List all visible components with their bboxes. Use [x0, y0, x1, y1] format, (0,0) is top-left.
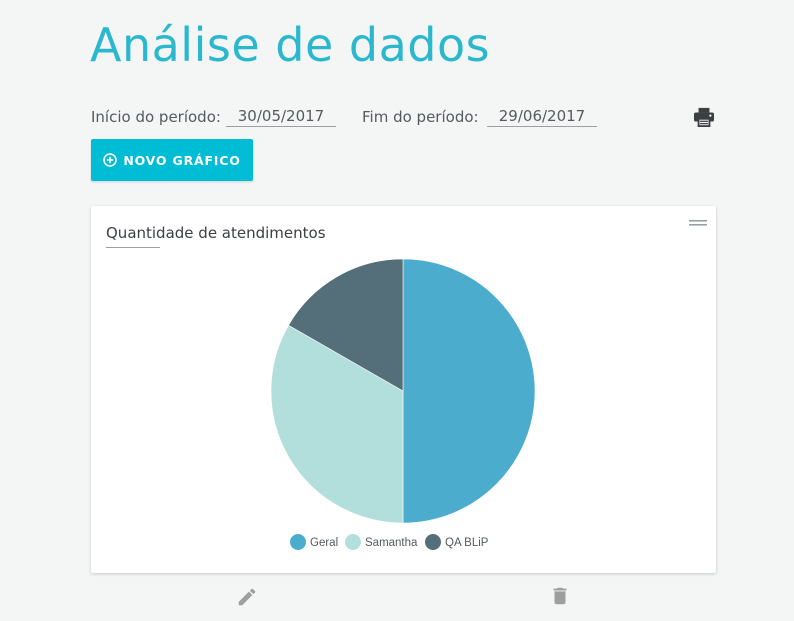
legend-swatch-geral[interactable]: [290, 534, 306, 550]
pie-chart: Geral Samantha QA BLiP: [270, 258, 536, 550]
period-row: Início do período: Fim do período:: [91, 106, 721, 130]
plus-circle-icon: [103, 153, 118, 167]
legend-label-samantha[interactable]: Samantha: [365, 537, 418, 549]
delete-icon[interactable]: [549, 585, 571, 607]
legend-label-qa-blip[interactable]: QA BLiP: [445, 537, 489, 549]
end-date-input[interactable]: [487, 106, 597, 127]
new-chart-label: NOVO GRÁFICO: [123, 152, 241, 168]
edit-icon[interactable]: [236, 586, 258, 608]
pie-slice-geral[interactable]: [402, 258, 536, 524]
legend-swatch-qa-blip[interactable]: [425, 534, 441, 550]
start-date-input[interactable]: [226, 106, 336, 127]
chart-card: Quantidade de atendimentos Geral Samantha…: [91, 206, 716, 573]
legend-swatch-samantha[interactable]: [345, 534, 361, 550]
new-chart-button[interactable]: NOVO GRÁFICO: [91, 139, 253, 181]
page-title: Análise de dados: [90, 18, 491, 72]
start-date-label: Início do período:: [91, 108, 221, 126]
legend-label-geral[interactable]: Geral: [310, 537, 338, 549]
end-date-label: Fim do período:: [362, 108, 479, 126]
print-icon[interactable]: [693, 107, 715, 127]
